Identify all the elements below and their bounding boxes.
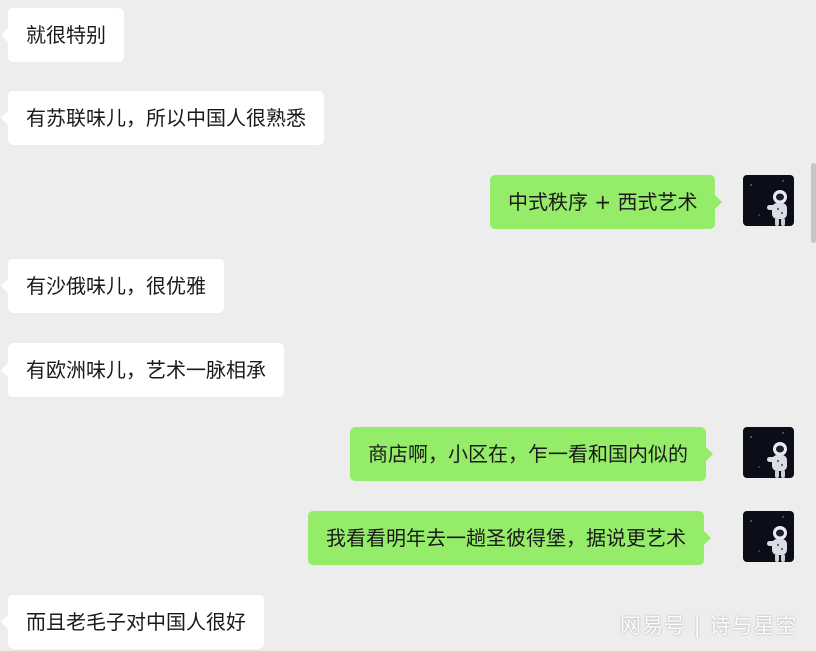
scrollbar[interactable] (811, 163, 816, 243)
message-bubble-received[interactable]: 有沙俄味儿，很优雅 (1, 259, 224, 313)
message-bubble-received[interactable]: 就很特别 (1, 8, 124, 62)
chat-window: 就很特别 有苏联味儿，所以中国人很熟悉 中式秩序 + 西式艺术 有沙俄味儿，很优… (0, 0, 816, 651)
message-bubble-sent[interactable]: 商店啊，小区在，乍一看和国内似的 (350, 427, 713, 481)
astronaut-avatar-icon[interactable] (743, 511, 794, 562)
message-bubble-received[interactable]: 有欧洲味儿，艺术一脉相承 (1, 343, 284, 397)
message-bubble-sent[interactable]: 我看看明年去一趟圣彼得堡，据说更艺术 (308, 511, 711, 565)
watermark: 网易号 | 诗与星空 (620, 614, 798, 638)
message-bubble-sent[interactable]: 中式秩序 + 西式艺术 (490, 175, 723, 229)
astronaut-avatar-icon[interactable] (743, 175, 794, 226)
message-bubble-received[interactable]: 有苏联味儿，所以中国人很熟悉 (1, 91, 324, 145)
message-bubble-received[interactable]: 而且老毛子对中国人很好 (1, 595, 264, 649)
astronaut-avatar-icon[interactable] (743, 427, 794, 478)
